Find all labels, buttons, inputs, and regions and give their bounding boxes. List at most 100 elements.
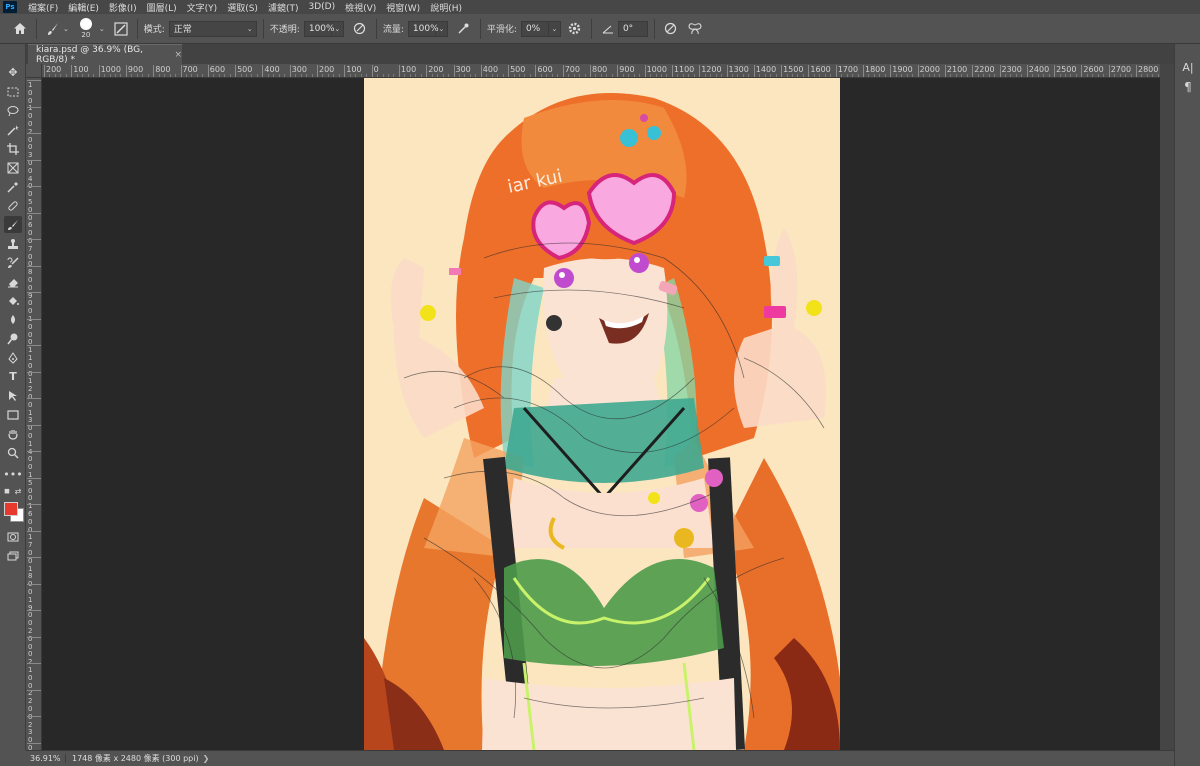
menu-help[interactable]: 說明(H) [425,1,467,14]
swap-colors-icon[interactable]: ⇄ [13,486,23,496]
magic-wand-icon[interactable] [4,121,22,138]
close-icon[interactable]: × [174,50,182,60]
menu-edit[interactable]: 編輯(E) [63,1,104,14]
more-icon[interactable]: ••• [3,466,22,483]
ruler-tick [27,504,41,505]
brush-preset-icon[interactable] [43,19,63,39]
menu-window[interactable]: 視窗(W) [381,1,425,14]
ruler-label: 100 [73,65,89,74]
vertical-ruler[interactable]: 1001002003004005006007008009001000110012… [26,78,42,750]
quick-mask-icon[interactable] [4,528,22,545]
marquee-icon[interactable] [4,83,22,100]
zoom-icon[interactable] [4,444,22,461]
vertical-scrollbar[interactable] [1160,64,1174,750]
flow-input[interactable]: 100% [407,20,439,37]
pen-icon[interactable] [4,349,22,366]
brush-size-picker[interactable]: 20 [75,17,97,41]
ruler-label: 5 [28,478,33,487]
chevron-down-icon[interactable]: ⌄ [63,25,69,33]
character-panel-icon[interactable]: A| [1179,58,1197,76]
chevron-right-icon[interactable]: ❯ [203,754,210,763]
home-icon[interactable] [10,19,30,39]
ruler-minor-tick [218,74,220,77]
zoom-level[interactable]: 36.91% [26,754,66,763]
smoothing-dropdown-icon[interactable]: ⌄ [548,20,561,37]
ruler-tick [27,716,41,717]
ruler-minor-tick [224,74,226,77]
document-tab-title: kiara.psd @ 36.9% (BG, RGB/8) * [36,44,143,65]
blur-icon[interactable] [4,311,22,328]
ruler-label: 0 [28,588,33,596]
ruler-minor-tick [497,74,499,77]
ruler-label: 2300 [1001,65,1022,74]
horizontal-ruler[interactable]: 200 100 1000 900 800 700 600 500 400 300 200 100 0 10… [42,64,1160,78]
ruler-tick [344,65,346,77]
menu-select[interactable]: 選取(S) [222,1,263,14]
menu-3d[interactable]: 3D(D) [303,2,340,12]
menu-type[interactable]: 文字(Y) [182,1,223,14]
stamp-icon[interactable] [4,235,22,252]
ruler-minor-tick [164,74,166,77]
ruler-minor-tick [327,74,329,77]
paragraph-panel-icon[interactable]: ¶ [1179,78,1197,96]
path-select-icon[interactable] [4,387,22,404]
canvas-workspace[interactable]: iar kui [42,78,1160,750]
blend-mode-select[interactable]: 正常 ⌄ [168,20,257,37]
hand-icon[interactable] [4,425,22,442]
pressure-opacity-icon[interactable] [350,19,370,39]
opacity-input[interactable]: 100% [303,20,335,37]
lasso-icon[interactable] [4,102,22,119]
ruler-tick [27,212,41,214]
ruler-minor-tick [377,74,379,77]
menu-layer[interactable]: 圖層(L) [142,1,182,14]
document-canvas[interactable]: iar kui [364,78,840,750]
crop-icon[interactable] [4,140,22,157]
ruler-origin[interactable] [26,64,42,78]
gear-icon[interactable] [565,19,585,39]
history-brush-icon[interactable] [4,254,22,271]
ruler-minor-tick [196,74,198,77]
ruler-tick [726,65,728,77]
ruler-label: 0 [28,322,33,331]
bucket-icon[interactable] [4,292,22,309]
screen-mode-icon[interactable] [4,547,22,564]
ruler-minor-tick [322,74,324,77]
healing-icon[interactable] [4,197,22,214]
photoshop-logo-icon[interactable]: Ps [3,1,17,13]
frame-icon[interactable] [4,159,22,176]
pressure-size-icon[interactable] [661,19,681,39]
brush-settings-panel-icon[interactable] [111,19,131,39]
menu-file[interactable]: 檔案(F) [23,1,63,14]
symmetry-butterfly-icon[interactable] [685,19,705,39]
ruler-label: 300 [455,65,471,74]
eyedropper-icon[interactable] [4,178,22,195]
ruler-minor-tick [857,74,859,77]
foreground-color-swatch[interactable] [4,502,18,516]
ruler-minor-tick [311,74,313,77]
move-icon[interactable]: ✥ [4,64,22,81]
ruler-minor-tick [147,74,149,77]
angle-input[interactable]: 0° [617,20,648,37]
brush-icon[interactable] [4,216,22,233]
ruler-minor-tick [1010,74,1012,77]
menu-image[interactable]: 影像(I) [104,1,142,14]
ruler-label: 0 [28,705,33,713]
menu-filter[interactable]: 濾鏡(T) [263,1,304,14]
rectangle-icon[interactable] [4,406,22,423]
eraser-icon[interactable] [4,273,22,290]
menu-view[interactable]: 檢視(V) [340,1,381,14]
ruler-tick [27,742,41,744]
document-tab[interactable]: kiara.psd @ 36.9% (BG, RGB/8) * × [28,44,182,65]
chevron-down-icon[interactable]: ⌄ [99,25,105,33]
ruler-tick [398,65,400,77]
ruler-tick [944,65,946,77]
default-colors-icon[interactable]: ◼ [2,486,12,496]
airbrush-icon[interactable] [454,19,474,39]
type-icon[interactable]: T [4,368,22,385]
ruler-minor-tick [295,74,297,77]
smoothing-input[interactable]: 0% [520,20,549,37]
ruler-label: 300 [291,65,307,74]
ruler-tick [1136,65,1137,77]
dodge-icon[interactable] [4,330,22,347]
ruler-minor-tick [540,74,542,77]
